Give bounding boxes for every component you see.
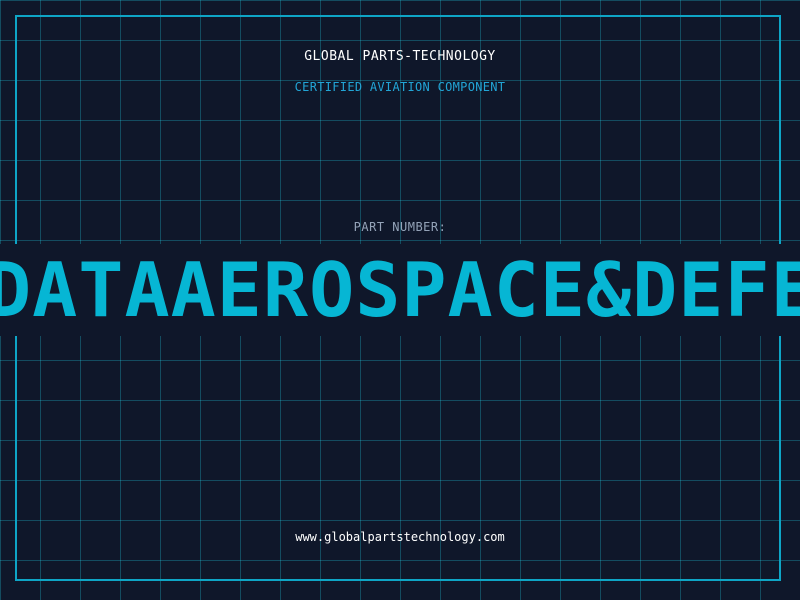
part-number-label: PART NUMBER:	[353, 220, 447, 234]
certification-subtitle: CERTIFIED AVIATION COMPONENT	[294, 80, 506, 94]
company-name: GLOBAL PARTS-TECHNOLOGY	[304, 49, 496, 64]
part-number-value: DATAAEROSPACE&DEFENSE	[0, 246, 800, 334]
website-url: www.globalpartstechnology.com	[295, 530, 505, 544]
label-canvas: GLOBAL PARTS-TECHNOLOGY CERTIFIED AVIATI…	[0, 0, 800, 600]
